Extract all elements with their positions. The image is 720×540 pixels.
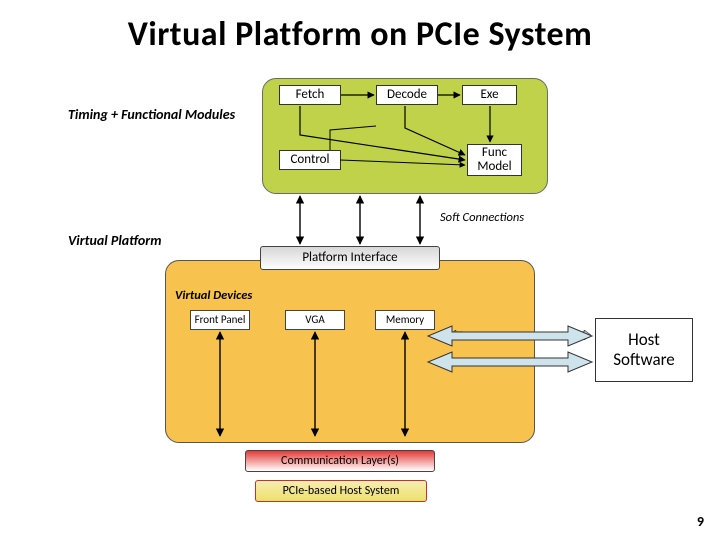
soft-connections-label: Soft Connections [440, 210, 524, 225]
host-software-box: Host Software [595, 318, 693, 382]
pcie-host-system-box: PCIe-based Host System [255, 480, 427, 502]
platform-interface-box: Platform Interface [260, 246, 440, 270]
func-model-box: Func Model [467, 144, 522, 176]
page-number: 9 [697, 513, 704, 530]
communication-layers-box: Communication Layer(s) [245, 450, 435, 472]
decode-box: Decode [376, 85, 438, 105]
memory-box: Memory [375, 310, 435, 330]
control-box: Control [279, 150, 341, 170]
timing-functional-label: Timing + Functional Modules [68, 106, 235, 123]
virtual-platform-label: Virtual Platform [68, 232, 161, 249]
fetch-box: Fetch [279, 85, 341, 105]
exe-box: Exe [462, 85, 517, 105]
virtual-devices-label: Virtual Devices [175, 288, 252, 303]
front-panel-box: Front Panel [190, 310, 250, 330]
vga-box: VGA [285, 310, 345, 330]
page-title: Virtual Platform on PCIe System [0, 0, 720, 55]
